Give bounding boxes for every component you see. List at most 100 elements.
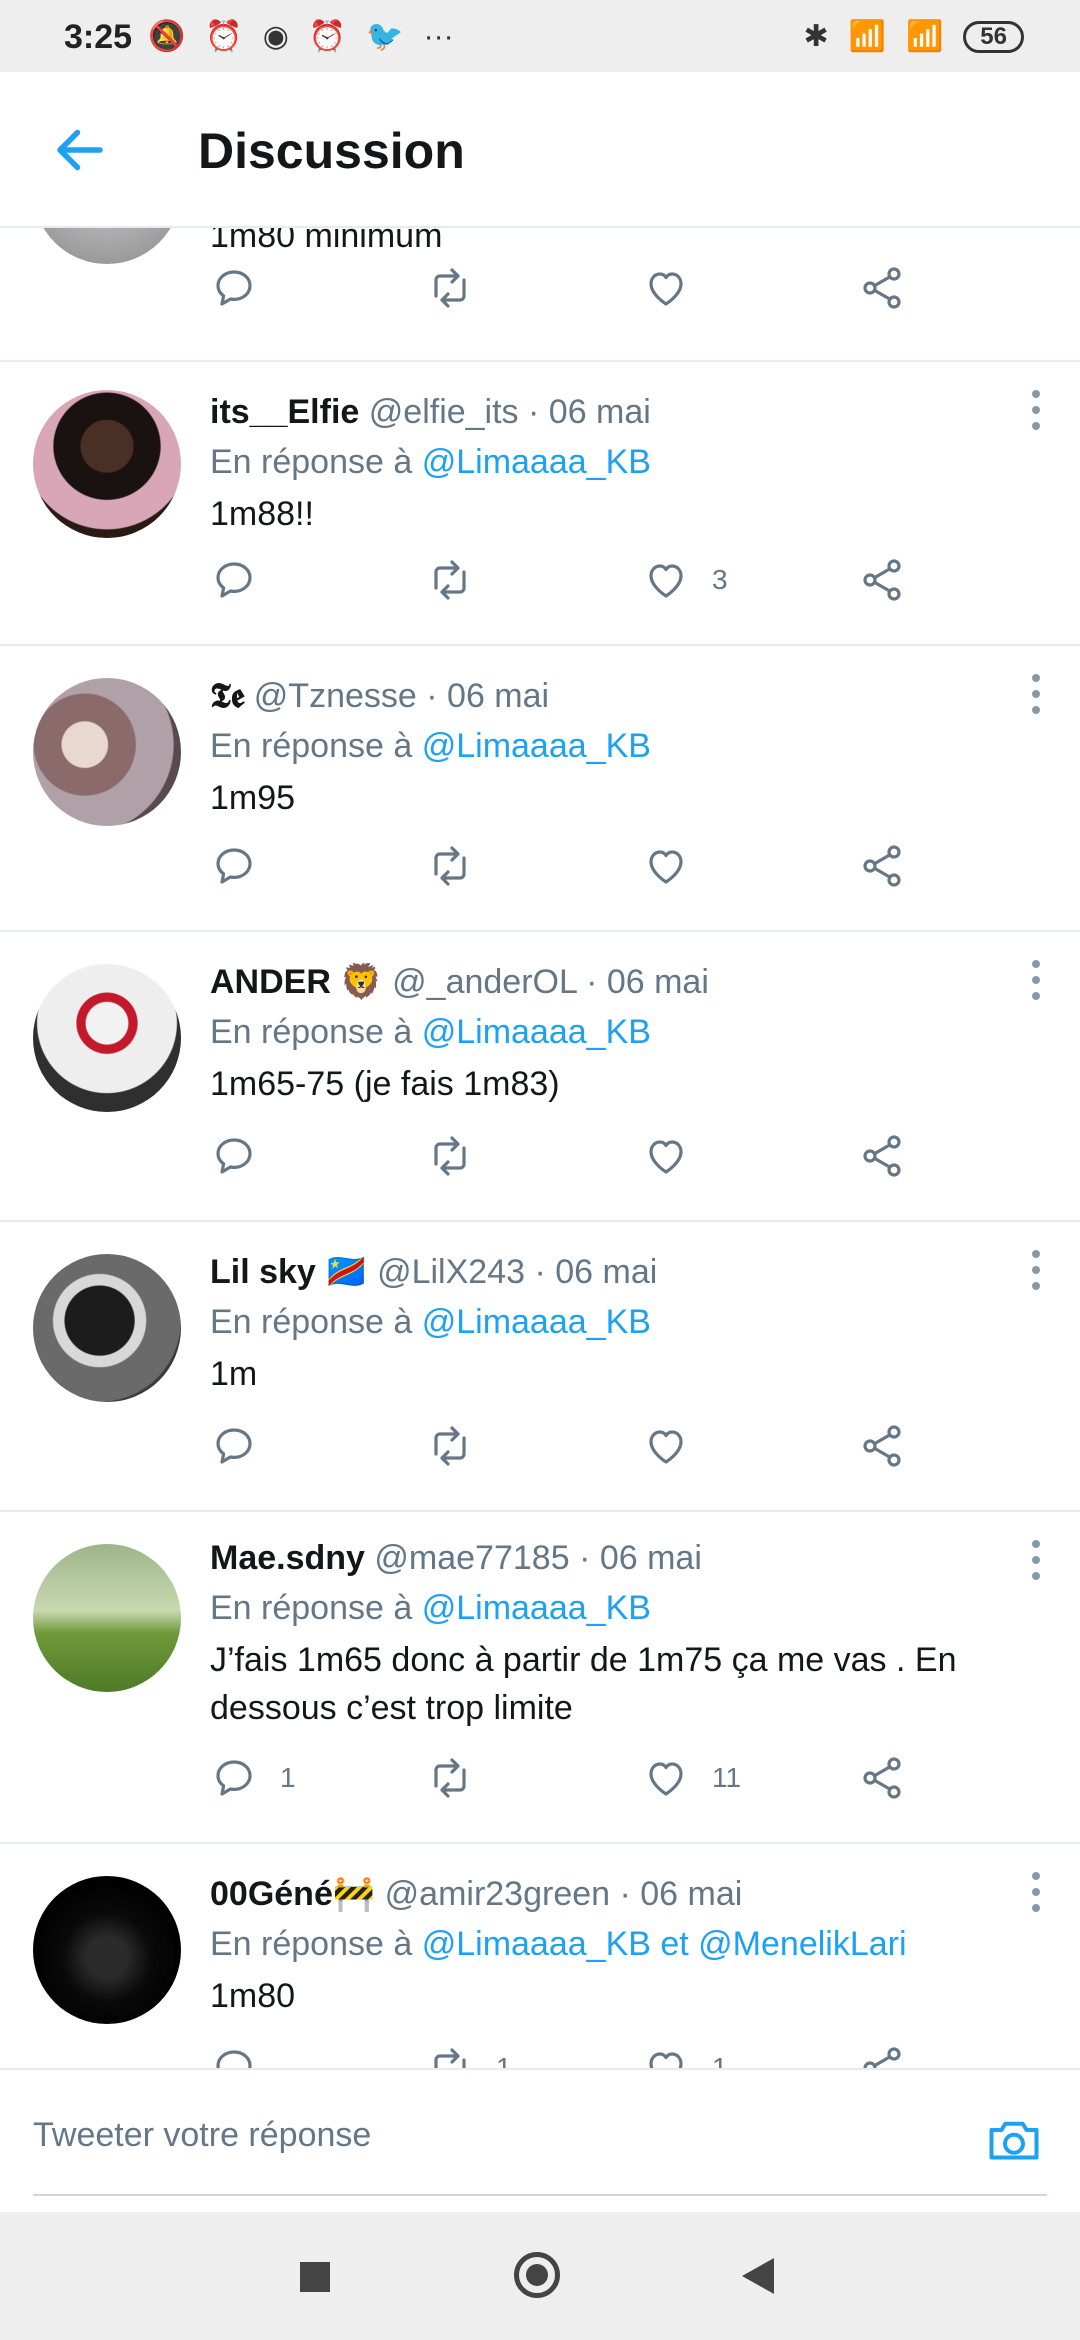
retweet-button[interactable] [426, 258, 474, 318]
system-nav-bar [0, 2212, 1080, 2340]
handle[interactable]: @amir23green [385, 1875, 610, 1913]
reply-button[interactable] [210, 258, 258, 318]
mention-link[interactable]: @Limaaaa_KB [422, 727, 651, 765]
reply-prefix: En réponse à [210, 727, 413, 765]
heart-icon [649, 1140, 683, 1174]
share-button[interactable] [858, 1748, 906, 1808]
display-name[interactable]: its__Elfie [210, 393, 359, 431]
like-button[interactable] [642, 1416, 712, 1476]
tweet[interactable]: Lil sky 🇨🇩 @LilX243 · 06 mai En réponse … [0, 1220, 1080, 1512]
tweet-feed[interactable]: 1m80 minimum its__Elfie @elfie_its · 06 … [0, 226, 1080, 2068]
display-name[interactable]: Lil sky 🇨🇩 [210, 1253, 368, 1291]
retweet-button[interactable] [426, 1126, 496, 1186]
mention-link[interactable]: @Limaaaa_KB et @MenelikLari [422, 1925, 907, 1963]
mention-link[interactable]: @Limaaaa_KB [422, 1303, 651, 1341]
reply-button[interactable] [210, 2038, 280, 2068]
tweet[interactable]: 𝕿𝖊 @Tznesse · 06 mai En réponse à @Limaa… [0, 644, 1080, 932]
like-count: 3 [712, 564, 728, 595]
back-arrow-icon[interactable] [50, 120, 110, 180]
alarm-icon: ⏰ [205, 20, 243, 53]
retweet-button[interactable] [426, 550, 496, 610]
reply-button[interactable] [210, 1416, 280, 1476]
tweet[interactable]: its__Elfie @elfie_its · 06 mai En répons… [0, 360, 1080, 646]
avatar[interactable] [33, 226, 181, 264]
avatar[interactable] [33, 964, 181, 1112]
date: · 06 mai [586, 963, 709, 1001]
tweet-body: 1m80 [210, 1977, 296, 2015]
reply-icon [216, 848, 252, 884]
reply-button[interactable] [210, 1126, 280, 1186]
back-button[interactable] [742, 2258, 774, 2294]
more-options-icon[interactable] [1030, 960, 1042, 1000]
retweet-button[interactable] [426, 1416, 496, 1476]
tweet-body: 1m95 [210, 779, 296, 817]
like-button[interactable] [642, 258, 690, 318]
avatar[interactable] [33, 1544, 181, 1692]
share-button[interactable] [858, 550, 906, 610]
reply-button[interactable] [210, 836, 280, 896]
like-button[interactable]: 1 [642, 2038, 728, 2068]
recents-button[interactable] [300, 2262, 330, 2292]
tweet[interactable]: 00Géné🚧 @amir23green · 06 mai En réponse… [0, 1842, 1080, 2068]
battery-icon: 56 [963, 21, 1024, 53]
handle[interactable]: @mae77185 [374, 1539, 569, 1577]
wifi-icon: 📶 [905, 20, 944, 53]
more-options-icon[interactable] [1030, 674, 1042, 714]
reply-icon [216, 1428, 252, 1464]
camera-icon[interactable] [984, 2110, 1044, 2170]
app-icon: ◉ [262, 20, 289, 53]
retweet-button[interactable] [426, 1748, 496, 1808]
home-button[interactable] [514, 2252, 560, 2298]
like-button[interactable] [642, 1126, 712, 1186]
share-button[interactable] [858, 2038, 906, 2068]
like-button[interactable]: 3 [642, 550, 728, 610]
share-button[interactable] [858, 1126, 906, 1186]
display-name[interactable]: Mae.sdny [210, 1539, 365, 1577]
status-time: 3:25 [64, 18, 133, 56]
mention-link[interactable]: @Limaaaa_KB [422, 443, 651, 481]
handle[interactable]: @Tznesse [254, 677, 417, 715]
tweet-body: 1m80 minimum [210, 226, 443, 255]
like-button[interactable] [642, 836, 712, 896]
more-options-icon[interactable] [1030, 1250, 1042, 1290]
date: · 06 mai [579, 1539, 702, 1577]
display-name[interactable]: 𝕿𝖊 [210, 677, 244, 715]
avatar[interactable] [33, 1254, 181, 1402]
avatar[interactable] [33, 1876, 181, 2024]
tweet-partial[interactable]: 1m80 minimum [0, 226, 1080, 362]
retweet-button[interactable] [426, 836, 496, 896]
reply-button[interactable]: 1 [210, 1748, 296, 1808]
handle[interactable]: @elfie_its [369, 393, 519, 431]
system-icons: ✱ 📶 📶 56 [803, 20, 1024, 54]
retweet-icon [434, 846, 466, 886]
share-button[interactable] [858, 836, 906, 896]
tweet[interactable]: Mae.sdny @mae77185 · 06 mai En réponse à… [0, 1510, 1080, 1844]
share-button[interactable] [858, 258, 906, 318]
tweet-body: 1m88!! [210, 495, 314, 533]
more-options-icon[interactable] [1030, 1872, 1042, 1912]
tweet-body: J’fais 1m65 donc à partir de 1m75 ça me … [210, 1641, 957, 1727]
reply-input[interactable]: Tweeter votre réponse [33, 2116, 371, 2155]
mention-link[interactable]: @Limaaaa_KB [422, 1589, 651, 1627]
more-options-icon[interactable] [1030, 1540, 1042, 1580]
tweet-body: 1m65-75 (je fais 1m83) [210, 1065, 560, 1103]
like-button[interactable]: 11 [642, 1748, 741, 1808]
reply-icon [216, 1138, 252, 1174]
share-button[interactable] [858, 1416, 906, 1476]
reply-composer: Tweeter votre réponse [0, 2068, 1080, 2214]
display-name[interactable]: 00Géné🚧 [210, 1875, 375, 1913]
more-options-icon[interactable] [1030, 390, 1042, 430]
handle[interactable]: @LilX243 [377, 1253, 525, 1291]
signal-icon: 📶 [848, 20, 886, 53]
mention-link[interactable]: @Limaaaa_KB [422, 1013, 651, 1051]
avatar[interactable] [33, 390, 181, 538]
display-name[interactable]: ANDER 🦁 [210, 963, 383, 1001]
handle[interactable]: @_anderOL [392, 963, 576, 1001]
notification-icons: 🔕 ⏰ ◉ ⏰ 🐦 ··· [148, 20, 454, 54]
tweet[interactable]: ANDER 🦁 @_anderOL · 06 mai En réponse à … [0, 930, 1080, 1222]
reply-button[interactable] [210, 550, 280, 610]
tweet-body: 1m [210, 1355, 258, 1393]
avatar[interactable] [33, 678, 181, 826]
retweet-button[interactable]: 1 [426, 2038, 512, 2068]
share-icon [863, 1135, 901, 1177]
